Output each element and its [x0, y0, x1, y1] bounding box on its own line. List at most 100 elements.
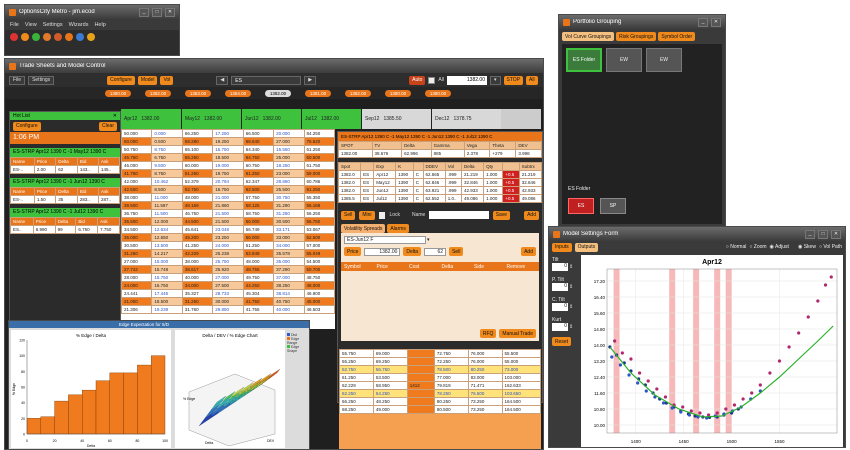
grid-cell[interactable]: 44.250 [242, 281, 275, 290]
grid-cell[interactable]: 46.000 [121, 161, 153, 170]
grid-cell[interactable]: 62.250 [339, 389, 374, 398]
cell[interactable]: 1.50 [33, 195, 57, 204]
tab-risk-groupings[interactable]: Risk Groupings [616, 32, 657, 41]
cell[interactable]: 287.. [97, 195, 121, 204]
grid-cell[interactable] [406, 373, 435, 382]
maximize-icon[interactable]: □ [152, 7, 162, 17]
grid-cell[interactable]: 52.500 [303, 233, 335, 242]
grid-cell[interactable]: 35.327 [181, 289, 214, 298]
grid-cell[interactable]: 79.819 [433, 381, 469, 390]
model-button[interactable]: Model [137, 75, 158, 85]
grid-cell[interactable]: 14.217 [151, 249, 183, 258]
grid-cell[interactable]: 35.578 [273, 249, 305, 258]
grid-cell[interactable]: 55.250 [339, 357, 374, 366]
grid-cell[interactable]: 54.500 [303, 257, 335, 266]
vol-button[interactable]: Vol [160, 75, 174, 85]
strike-pill[interactable]: 1384.00 [225, 89, 251, 97]
close-icon[interactable]: ✕ [113, 113, 120, 119]
settings-menu[interactable]: Settings [28, 75, 55, 85]
grid-cell[interactable]: 76.000 [467, 357, 503, 366]
grid-cell[interactable]: 38.250 [273, 281, 305, 290]
symbol-field[interactable]: ES [231, 75, 302, 85]
configure-button[interactable]: Configure [107, 75, 135, 85]
grid-cell[interactable]: 73.250 [467, 397, 503, 406]
grid-cell[interactable] [406, 405, 435, 414]
grid-cell[interactable]: 36.750 [121, 209, 153, 218]
strike-pill[interactable]: 1380.00 [385, 89, 411, 97]
grid-cell[interactable]: 61.250 [303, 185, 335, 194]
month-header[interactable]: May12 1382.00 [181, 109, 241, 129]
grid-cell[interactable]: 27.000 [121, 257, 153, 266]
grid-cell[interactable]: 28.733 [212, 289, 244, 298]
folder-tile[interactable]: EW [646, 48, 682, 72]
grid-cell[interactable]: 27.000 [212, 273, 244, 282]
grid-cell[interactable]: 24.000 [121, 281, 153, 290]
grid-cell[interactable]: 30.500 [273, 217, 305, 226]
strike-pill[interactable]: 1382.00 [345, 89, 371, 97]
menu-help[interactable]: Help [94, 22, 105, 28]
grid-cell[interactable] [406, 357, 435, 366]
grid-cell[interactable]: 65.100 [181, 145, 214, 154]
grid-cell[interactable]: 57.750 [242, 193, 275, 202]
grid-cell[interactable]: 31.290 [273, 201, 305, 210]
grid-cell[interactable]: 16.750 [151, 281, 183, 290]
sell-toggle[interactable]: Sell [341, 210, 356, 220]
grid-cell[interactable]: 25.750 [212, 257, 244, 266]
grid-cell[interactable]: 35.500 [121, 217, 153, 226]
grid-cell[interactable]: 50.000 [121, 137, 153, 146]
month-header[interactable]: Apr12 1382.00 [121, 109, 181, 129]
grid-icon[interactable] [65, 33, 73, 41]
grid-cell[interactable]: 55.049 [303, 249, 335, 258]
grid-cell[interactable]: 35.000 [273, 257, 305, 266]
next-symbol-button[interactable]: ▶ [304, 75, 317, 85]
mini-toggle[interactable]: Mini [359, 210, 375, 220]
grid-cell[interactable] [406, 389, 435, 398]
grid-cell[interactable]: 48.000 [303, 281, 335, 290]
grid-cell[interactable]: 10.462 [151, 177, 183, 186]
grid-cell[interactable]: 0.000 [151, 129, 183, 138]
reset-button[interactable]: Reset [552, 337, 572, 346]
maximize-icon[interactable]: □ [818, 229, 828, 239]
hot-list-item[interactable]: ES-STRP Apr12 1390 C -1 Jun12 1390 C [10, 178, 120, 187]
grid-cell[interactable]: 83.000 [467, 373, 503, 382]
red-icon[interactable] [10, 33, 18, 41]
grid-cell[interactable]: 164.500 [501, 397, 541, 406]
cell[interactable]: ES.. [10, 225, 34, 234]
menu-view[interactable]: View [25, 22, 37, 28]
grid-cell[interactable]: 62.229 [339, 381, 374, 390]
grid-cell[interactable]: 77.000 [433, 373, 469, 382]
grid-cell[interactable]: 40.000 [273, 305, 305, 314]
grid-cell[interactable]: 25.238 [212, 249, 244, 258]
radio-normal[interactable]: ○ Normal [726, 244, 747, 250]
grid-cell[interactable]: 49.000 [372, 405, 408, 414]
grid-cell[interactable]: 80.500 [433, 405, 469, 414]
grid-cell[interactable]: 80.250 [467, 365, 503, 374]
grid-cell[interactable]: 49.750 [242, 273, 275, 282]
leg-row[interactable]: 1382.0 ES Apr12 1390 C 62.665.999 21.219 1.000 +… [337, 170, 543, 179]
cell[interactable]: ES-.. [10, 195, 35, 204]
grid-cell[interactable]: 56.250 [303, 209, 335, 218]
grid-cell[interactable]: 46.503 [303, 305, 335, 314]
edge-bar-chart[interactable]: % Edge / Delta 0 20 40 60 80 100 120 0 20 40 60 80 10… [11, 330, 171, 448]
portfolio-titlebar[interactable]: Portfolio Grouping _ ✕ [559, 15, 725, 29]
tab-symbol-order[interactable]: Symbol Order [658, 32, 696, 41]
settings-icon[interactable] [43, 33, 51, 41]
grid-cell[interactable]: 15.748 [151, 265, 183, 274]
folder-tile[interactable]: EW [606, 48, 642, 72]
grid-cell[interactable]: 40.000 [181, 273, 214, 282]
prev-symbol-button[interactable]: ◀ [216, 75, 229, 85]
grid-cell[interactable]: 21.000 [212, 193, 244, 202]
metro-titlebar[interactable]: OptionsCity Metro - jim.ecod _ □ ✕ [5, 5, 179, 19]
grid-cell[interactable]: 66.250 [181, 129, 214, 138]
grid-cell[interactable]: 62.347 [242, 177, 275, 186]
globe-icon[interactable] [76, 33, 84, 41]
grid-cell[interactable]: 68.640 [242, 137, 275, 146]
grid-cell[interactable]: 8.750 [151, 169, 183, 178]
grid-cell[interactable]: 55.500 [501, 349, 541, 358]
tab-volatility-spreads[interactable]: Volatility Spreads [341, 224, 386, 233]
grid-cell[interactable]: 59.000 [303, 169, 335, 178]
spinner-icon[interactable]: ⇕ [569, 284, 573, 290]
month-header[interactable]: Jun12 1382.00 [241, 109, 301, 129]
strike-pill[interactable]: 1381.00 [305, 89, 331, 97]
grid-cell[interactable]: 41.250 [181, 241, 214, 250]
